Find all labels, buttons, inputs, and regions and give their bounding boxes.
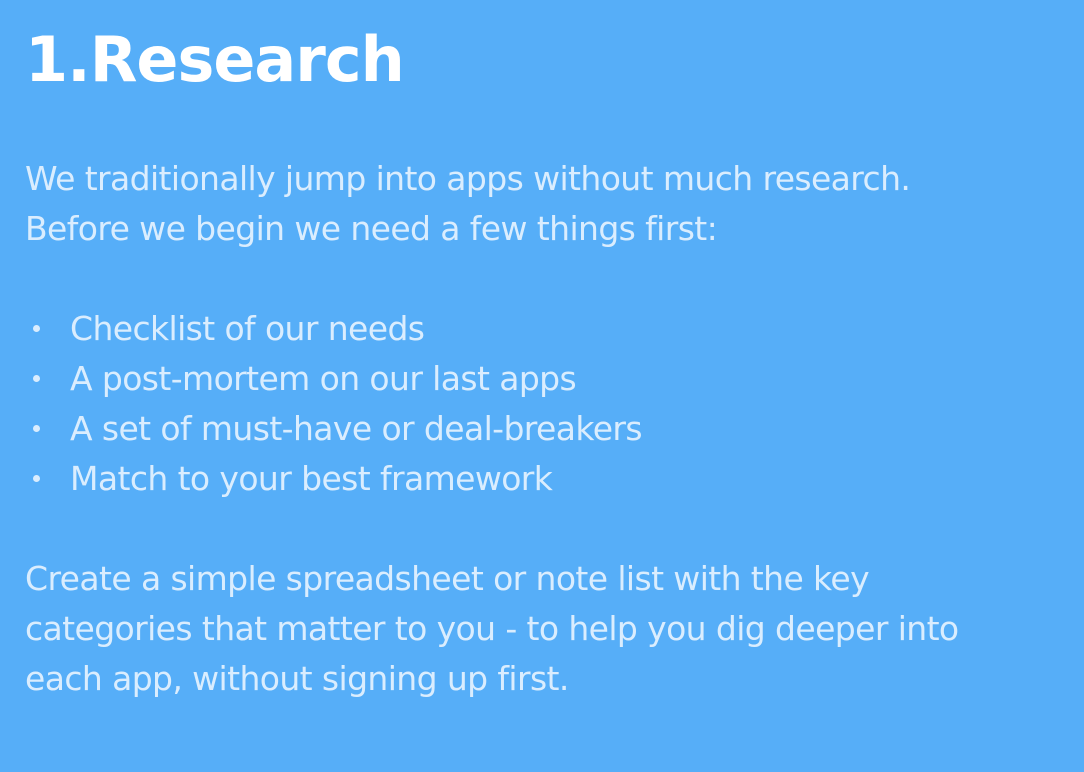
intro-line: Before we begin we need a few things fir… [25,209,718,248]
list-item: A post-mortem on our last apps [25,353,642,403]
outro-line: Create a simple spreadsheet or note list… [25,559,870,598]
list-item-label: A set of must-have or deal-breakers [70,408,643,448]
list-item: A set of must-have or deal-breakers [25,403,643,453]
bullet-icon [33,424,40,432]
list-item-label: Checklist of our needs [70,308,425,348]
bullet-icon [33,374,40,382]
slide: 1.Research We traditionally jump into ap… [0,0,1084,772]
requirements-list: Checklist of our needs A post-mortem on … [25,303,643,503]
outro-paragraph: Create a simple spreadsheet or note list… [25,554,1075,704]
bullet-icon [33,324,40,332]
slide-title: 1.Research [25,23,405,96]
list-item: Match to your best framework [25,453,642,503]
list-item: Checklist of our needs [25,303,642,353]
outro-line: each app, without signing up first. [25,659,569,698]
intro-paragraph: We traditionally jump into apps without … [25,154,1065,254]
outro-line: categories that matter to you - to help … [25,609,959,648]
list-item-label: Match to your best framework [70,458,553,498]
intro-line: We traditionally jump into apps without … [25,159,911,198]
list-item-label: A post-mortem on our last apps [70,358,577,398]
bullet-icon [33,474,40,482]
